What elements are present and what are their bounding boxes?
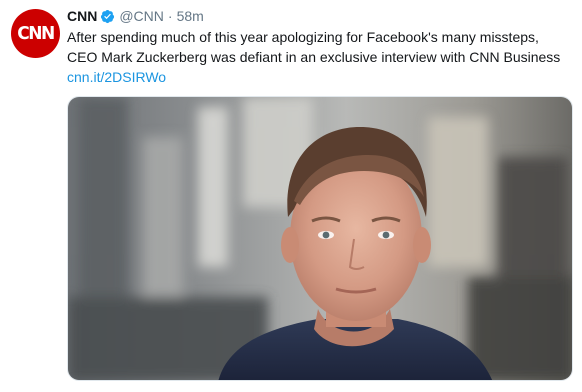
tweet-content: CNN @CNN · 58m After spending much of th… [67,8,573,87]
avatar[interactable]: CNN [11,9,60,58]
separator-dot: · [167,8,173,24]
author-handle[interactable]: @CNN [119,8,164,25]
tweet-media-photo[interactable] [67,96,573,381]
interview-photo [68,97,572,380]
tweet-header: CNN @CNN · 58m [67,8,573,25]
author-display-name[interactable]: CNN [67,8,97,25]
verified-badge-icon [101,9,115,24]
tweet-timestamp[interactable]: 58m [177,8,204,25]
cnn-logo: CNN [17,23,55,44]
tweet-link[interactable]: cnn.it/2DSIRWo [67,67,573,87]
tweet-text: After spending much of this year apologi… [67,29,561,65]
tweet[interactable]: CNN CNN @CNN · 58m After spending much o… [0,0,582,392]
